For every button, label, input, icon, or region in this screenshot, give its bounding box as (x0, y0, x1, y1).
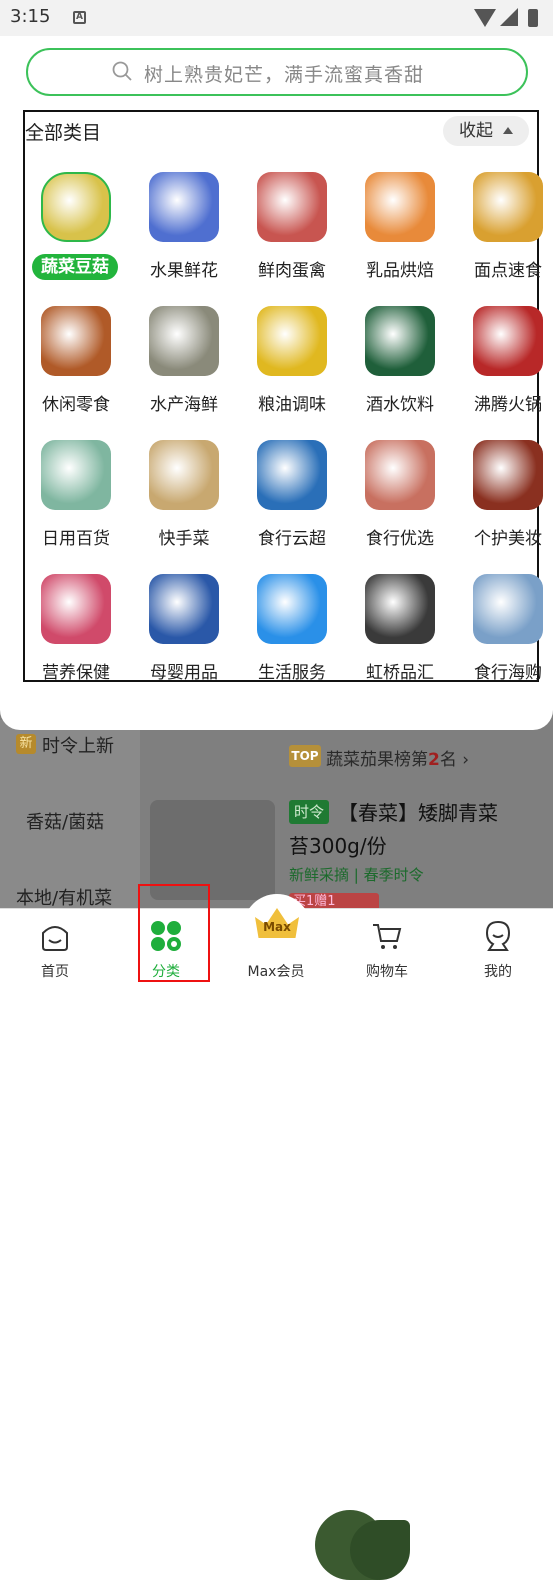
category-label: 食行海购 (474, 663, 542, 683)
signal-icon (500, 8, 518, 26)
tab-profile[interactable]: 我的 (443, 909, 553, 985)
category-label: 食行优选 (366, 529, 434, 549)
tab-max-label: Max会员 (247, 964, 305, 980)
dairy-icon (365, 172, 435, 242)
battery-icon (528, 9, 538, 27)
category-item[interactable]: 粮油调味 (238, 306, 346, 432)
category-item[interactable]: 营养保健 (22, 574, 130, 700)
category-item[interactable]: 个护美妆 (454, 440, 553, 566)
category-item[interactable]: 母婴用品 (130, 574, 238, 700)
highlight-box (138, 884, 210, 982)
category-item[interactable]: 食行优选 (346, 440, 454, 566)
tab-home[interactable]: 首页 (0, 909, 110, 985)
snacks-icon (41, 306, 111, 376)
chevron-up-icon (503, 127, 513, 134)
product-title-line2[interactable]: 苔300g/份 (289, 830, 387, 859)
wifi-icon (474, 9, 496, 27)
oil-icon (257, 306, 327, 376)
category-label: 虹桥品汇 (366, 663, 434, 683)
category-item[interactable]: 水产海鲜 (130, 306, 238, 432)
drinks-icon (365, 306, 435, 376)
category-label: 水产海鲜 (150, 395, 218, 415)
nav-item-local[interactable]: 本地/有机菜 (16, 884, 112, 910)
category-item[interactable]: 鲜肉蛋禽 (238, 172, 346, 298)
profile-icon (485, 920, 511, 951)
category-label: 乳品烘焙 (366, 261, 434, 281)
category-item[interactable]: 食行海购 (454, 574, 553, 700)
category-item[interactable]: 酒水饮料 (346, 306, 454, 432)
bakery-icon (473, 172, 543, 242)
category-item[interactable]: 蔬菜豆菇 (22, 172, 130, 298)
category-label: 酒水饮料 (366, 395, 434, 415)
search-bar-container: 树上熟贵妃芒，满手流蜜真香甜 (0, 36, 553, 100)
beauty-icon (473, 440, 543, 510)
category-item[interactable]: 食行云超 (238, 440, 346, 566)
category-item[interactable]: 乳品烘焙 (346, 172, 454, 298)
category-item[interactable]: 水果鲜花 (130, 172, 238, 298)
category-item[interactable]: 快手菜 (130, 440, 238, 566)
search-icon (112, 61, 132, 81)
category-panel: 全部类目 收起 蔬菜豆菇 水果鲜花 鲜肉蛋禽 乳品烘焙 面点速食休闲零食 水产海鲜 粮油调味… (0, 96, 553, 730)
panel-title: 全部类目 (25, 122, 102, 144)
category-label: 营养保健 (42, 663, 110, 683)
import-icon (473, 574, 543, 644)
baby-icon (149, 574, 219, 644)
category-label: 蔬菜豆菇 (32, 254, 118, 280)
new-tag: 新 (16, 734, 36, 754)
product-subtitle: 新鲜采摘 | 春季时令 (289, 866, 424, 884)
electronics-icon (257, 440, 327, 510)
collapse-label: 收起 (459, 121, 493, 141)
status-time: 3:15 (10, 6, 51, 27)
category-item[interactable]: 日用百货 (22, 440, 130, 566)
category-label: 食行云超 (258, 529, 326, 549)
nav-item-seasonal[interactable]: 时令上新 (42, 732, 114, 758)
tab-home-label: 首页 (41, 964, 69, 980)
cart-icon (373, 924, 402, 949)
search-input[interactable]: 树上熟贵妃芒，满手流蜜真香甜 (26, 48, 528, 96)
category-label: 快手菜 (158, 529, 210, 549)
product-title[interactable]: 【春菜】矮脚青菜 (338, 797, 538, 826)
category-item[interactable]: 沸腾火锅 (454, 306, 553, 432)
category-label: 母婴用品 (150, 663, 218, 683)
quick-dish-icon (149, 440, 219, 510)
category-item[interactable]: 虹桥品汇 (346, 574, 454, 700)
nav-item-mushroom[interactable]: 香菇/菌菇 (26, 808, 104, 834)
max-member-badge[interactable]: Max (243, 894, 311, 962)
search-placeholder: 树上熟贵妃芒，满手流蜜真香甜 (144, 64, 425, 86)
status-bar: 3:15 A (0, 0, 553, 36)
category-label: 面点速食 (474, 261, 542, 281)
rank-tag: TOP (289, 745, 321, 767)
season-tag: 时令 (289, 800, 329, 824)
notification-icon: A (73, 11, 86, 24)
category-label: 粮油调味 (258, 395, 326, 415)
fruit-icon (149, 172, 219, 242)
health-icon (41, 574, 111, 644)
category-item[interactable]: 休闲零食 (22, 306, 130, 432)
tab-profile-label: 我的 (484, 964, 512, 980)
tab-cart-label: 购物车 (366, 964, 408, 980)
collapse-button[interactable]: 收起 (443, 116, 529, 146)
vegetables-icon (41, 172, 111, 242)
hotpot-icon (473, 306, 543, 376)
category-label: 鲜肉蛋禽 (258, 261, 326, 281)
category-label: 个护美妆 (474, 529, 542, 549)
rank-text[interactable]: 蔬菜茄果榜第2名 › (326, 745, 469, 770)
tab-cart[interactable]: 购物车 (332, 909, 442, 985)
category-label: 休闲零食 (42, 395, 110, 415)
category-item[interactable]: 生活服务 (238, 574, 346, 700)
selection-icon (365, 440, 435, 510)
max-badge-text: Max (263, 920, 291, 934)
category-item[interactable]: 面点速食 (454, 172, 553, 298)
category-label: 日用百货 (42, 529, 110, 549)
category-label: 水果鲜花 (150, 261, 218, 281)
seafood-icon (149, 306, 219, 376)
home-icon (42, 926, 68, 951)
appliance-icon (365, 574, 435, 644)
meat-icon (257, 172, 327, 242)
category-label: 沸腾火锅 (474, 395, 542, 415)
daily-goods-icon (41, 440, 111, 510)
category-label: 生活服务 (258, 663, 326, 683)
service-icon (257, 574, 327, 644)
